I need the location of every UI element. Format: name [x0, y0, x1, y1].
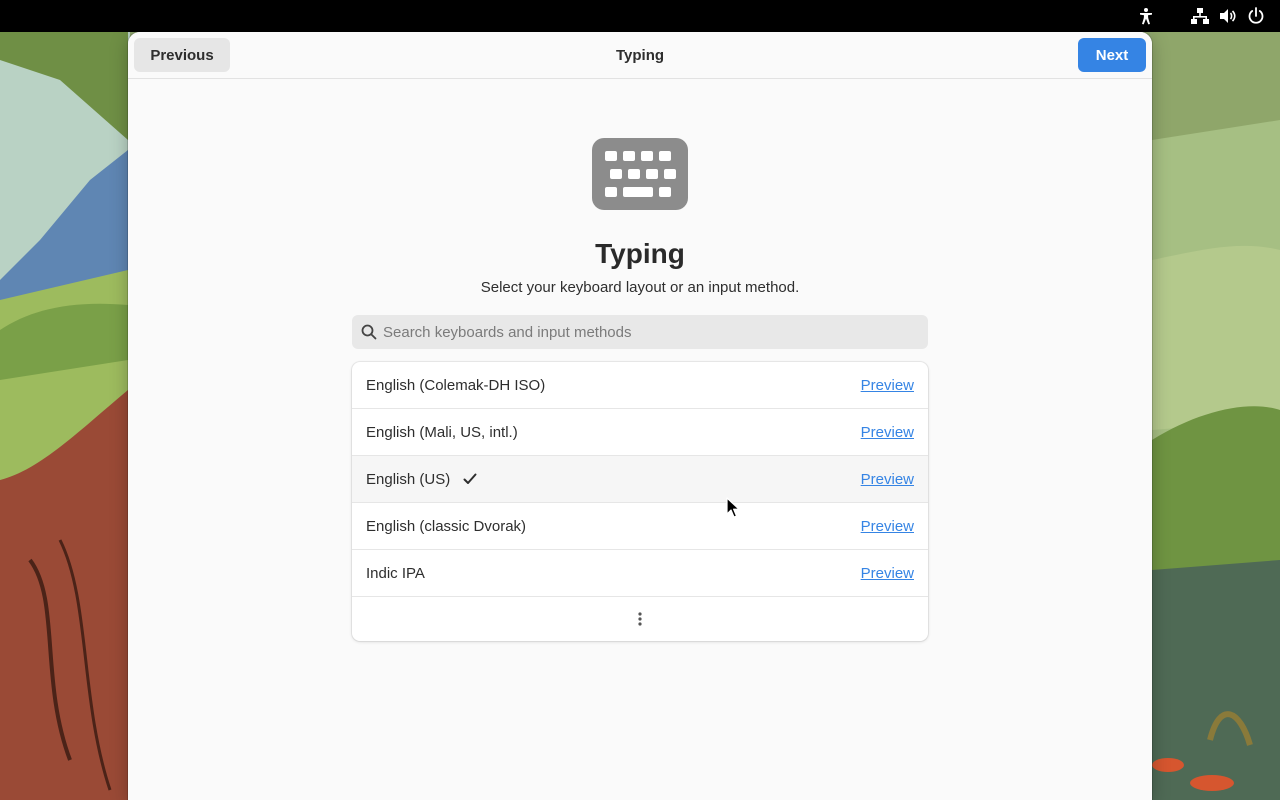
- setup-window: Previous Typing Next Typing Select your …: [128, 32, 1152, 800]
- preview-link[interactable]: Preview: [861, 518, 914, 535]
- network-icon[interactable]: [1190, 6, 1210, 26]
- more-layouts-button[interactable]: [352, 597, 928, 641]
- previous-button[interactable]: Previous: [134, 38, 230, 72]
- volume-icon[interactable]: [1218, 6, 1238, 26]
- layout-label: English (classic Dvorak): [366, 517, 527, 535]
- layout-label: English (Mali, US, intl.): [366, 423, 518, 441]
- next-button[interactable]: Next: [1078, 38, 1146, 72]
- more-options-icon: [632, 611, 648, 627]
- power-icon[interactable]: [1246, 6, 1266, 26]
- preview-link[interactable]: Preview: [861, 424, 914, 441]
- preview-link[interactable]: Preview: [861, 471, 914, 488]
- layout-row[interactable]: English (classic Dvorak) Preview: [352, 503, 928, 550]
- layout-row[interactable]: English (Mali, US, intl.) Preview: [352, 409, 928, 456]
- window-title: Typing: [615, 47, 665, 64]
- search-icon: [361, 324, 377, 340]
- layout-row[interactable]: Indic IPA Preview: [352, 550, 928, 597]
- layout-label: English (Colemak-DH ISO): [366, 376, 546, 394]
- preview-link[interactable]: Preview: [861, 377, 914, 394]
- mouse-pointer-icon: [726, 497, 740, 519]
- keyboard-layout-list: English (Colemak-DH ISO) Preview English…: [352, 362, 928, 641]
- checkmark-icon: [462, 471, 478, 487]
- keyboard-icon: [592, 138, 688, 210]
- layout-label: English (US): [366, 470, 451, 488]
- header-bar: Previous Typing Next: [128, 32, 1152, 79]
- layout-row[interactable]: English (Colemak-DH ISO) Preview: [352, 362, 928, 409]
- page-heading: Typing: [595, 238, 685, 269]
- page-description: Select your keyboard layout or an input …: [480, 279, 800, 296]
- layout-row-selected[interactable]: English (US) Preview: [352, 456, 928, 503]
- preview-link[interactable]: Preview: [861, 565, 914, 582]
- accessibility-icon[interactable]: [1136, 6, 1156, 26]
- top-bar: [0, 0, 1280, 32]
- search-input[interactable]: [383, 315, 919, 349]
- layout-label: Indic IPA: [366, 564, 425, 582]
- search-field[interactable]: [352, 315, 928, 349]
